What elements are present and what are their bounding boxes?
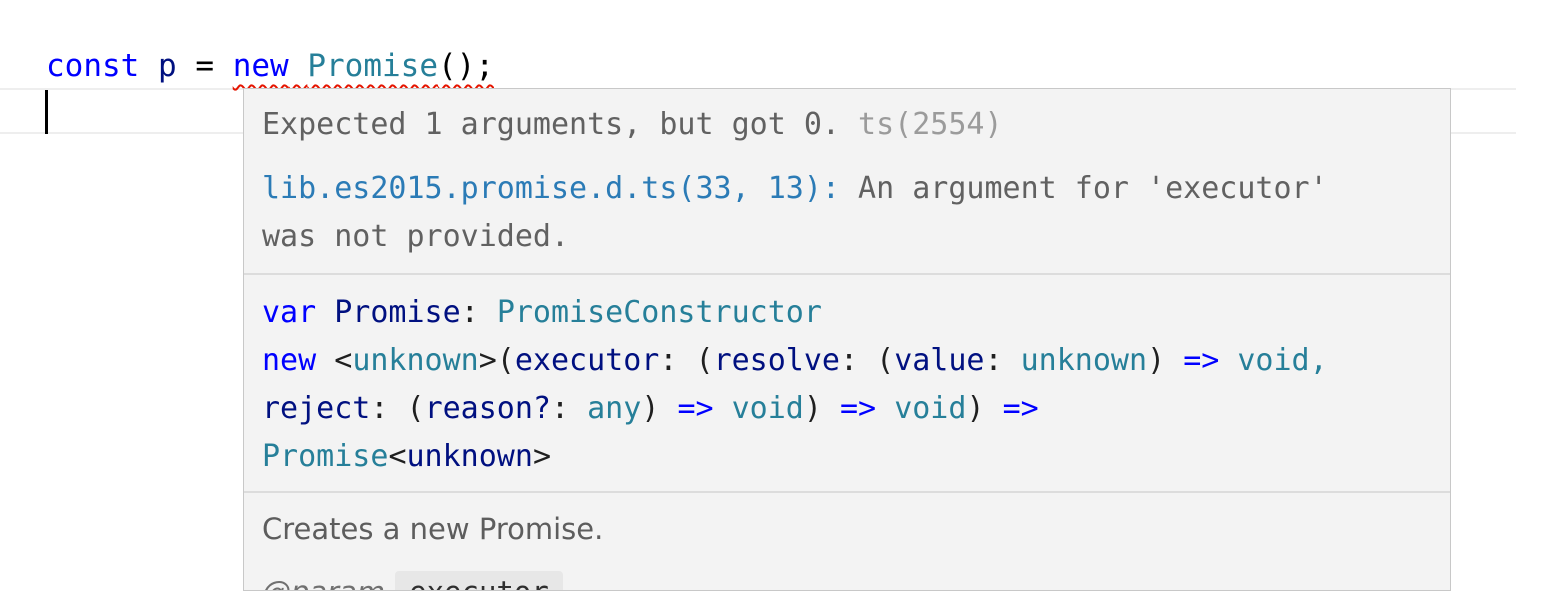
sig-colon-3: : [551, 391, 570, 426]
sig-param-value: value [894, 343, 985, 378]
keyword-const: const [46, 48, 140, 84]
related-line-2: was not provided. [262, 219, 570, 254]
sig-paren-close-2: ) [641, 391, 660, 426]
sig-colon-2: : [984, 343, 1003, 378]
sig-colon: : [460, 295, 479, 330]
sig-param-resolve: resolve [713, 343, 840, 378]
sig-colon-paren-3: : ( [370, 391, 425, 426]
sig-return-promise: Promise [262, 439, 389, 474]
sig-type-void-1: void [731, 391, 804, 426]
sig-param-reason: reason? [424, 391, 551, 426]
sig-generic: unknown [352, 343, 479, 378]
signature-section: var Promise: PromiseConstructor new <unk… [244, 275, 1450, 491]
sig-colon-paren-2: : ( [840, 343, 895, 378]
sig-param-executor: executor [514, 343, 660, 378]
sig-param-reject: reject [262, 391, 371, 426]
sig-paren-close-3: ) [803, 391, 822, 426]
param-tag: @param [262, 575, 385, 590]
sig-type-void-2: void [894, 391, 967, 426]
diagnostic-code: ts(2554) [858, 107, 1003, 142]
signature-line-1: var Promise: PromiseConstructor [262, 289, 1434, 337]
text-cursor [45, 90, 48, 134]
diagnostic-message: Expected 1 arguments, but got 0. [262, 107, 840, 142]
error-squiggle[interactable]: new Promise(); [233, 48, 494, 84]
sig-arrow: => [1183, 343, 1220, 378]
sig-arrow-1: => [677, 391, 714, 426]
doc-description: Creates a new Promise. [262, 512, 604, 546]
signature-line-3: reject: (reason?: any) => void) => void)… [262, 385, 1434, 433]
sig-type: PromiseConstructor [496, 295, 822, 330]
sig-type-void: void, [1237, 343, 1328, 378]
diagnostic-message-line: Expected 1 arguments, but got 0. ts(2554… [262, 101, 1434, 149]
hover-widget[interactable]: Expected 1 arguments, but got 0. ts(2554… [243, 88, 1451, 591]
keyword-new: new [232, 48, 289, 84]
sig-gt: > [532, 439, 551, 474]
sig-paren-close-4: ) [966, 391, 985, 426]
doc-param-line: @param executor [262, 571, 1434, 590]
sig-arrow-2: => [840, 391, 877, 426]
sig-arrow-3: => [1002, 391, 1039, 426]
signature-line-2: new <unknown>(executor: (resolve: (value… [262, 337, 1434, 385]
sig-type-unknown: unknown [1020, 343, 1148, 378]
related-message-1: An argument for 'executor' [858, 171, 1328, 206]
type-promise[interactable]: Promise [307, 48, 438, 84]
sig-kw-new: new [262, 343, 317, 378]
code-line-1[interactable]: const p = new Promise(); [46, 40, 494, 92]
sig-lt-2: < [388, 439, 407, 474]
sig-gt-paren: >( [478, 343, 515, 378]
documentation-section: Creates a new Promise. @param executor [244, 493, 1450, 590]
sig-paren-close: ) [1147, 343, 1166, 378]
variable-p: p [158, 48, 177, 84]
related-separator: : [821, 171, 840, 206]
sig-colon-paren: : ( [659, 343, 714, 378]
related-info: lib.es2015.promise.d.ts(33, 13): An argu… [262, 165, 1434, 261]
punct-parens: (); [438, 48, 495, 84]
sig-generic-2: unknown [406, 439, 533, 474]
sig-name: Promise [334, 295, 461, 330]
diagnostic-section: Expected 1 arguments, but got 0. ts(2554… [244, 89, 1450, 273]
sig-lt: < [334, 343, 353, 378]
signature-line-4: Promise<unknown> [262, 433, 1434, 481]
related-location-link[interactable]: lib.es2015.promise.d.ts(33, 13) [262, 171, 822, 206]
related-line-1: lib.es2015.promise.d.ts(33, 13): An argu… [262, 165, 1434, 213]
operator-equals: = [195, 48, 215, 84]
sig-type-any: any [587, 391, 642, 426]
sig-kw-var: var [262, 295, 317, 330]
param-name: executor [395, 571, 563, 590]
